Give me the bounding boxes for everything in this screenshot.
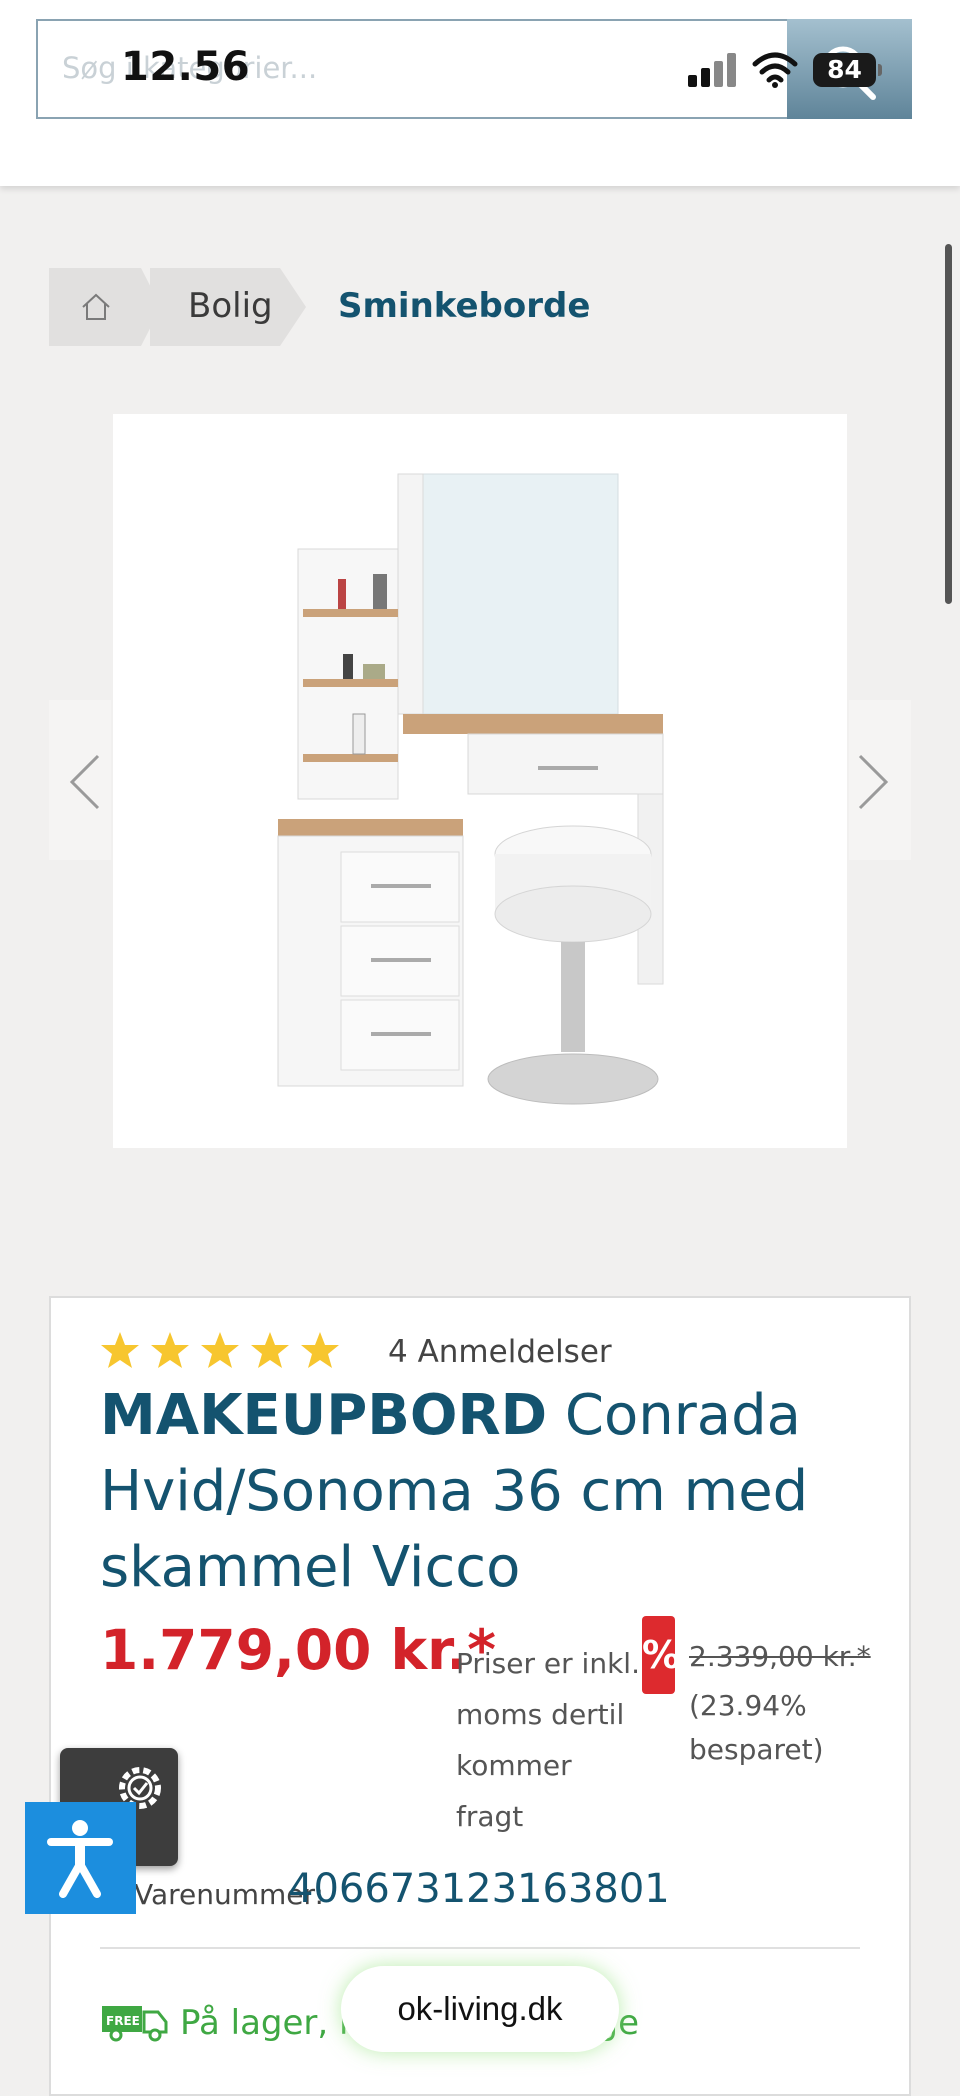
free-delivery-truck-icon: FREE	[102, 2006, 168, 2042]
browser-url-pill[interactable]: ok-living.dk	[341, 1966, 619, 2052]
cellular-signal-icon	[688, 53, 736, 87]
product-image[interactable]	[113, 414, 847, 1148]
svg-text:FREE: FREE	[106, 2014, 140, 2028]
price-note: Priser er inkl. moms dertil kommer fragt	[456, 1647, 640, 1833]
discount-badge: %	[642, 1616, 680, 1694]
product-title-brand: MAKEUPBORD	[100, 1383, 548, 1448]
divider	[100, 1947, 860, 1949]
wifi-icon	[752, 52, 798, 88]
breadcrumb-current: Sminkeborde	[338, 286, 591, 326]
breadcrumb-separator	[280, 268, 306, 346]
chevron-right-icon[interactable]	[856, 752, 890, 812]
home-icon	[82, 293, 110, 320]
breadcrumb-home[interactable]	[49, 268, 141, 346]
breadcrumb-bolig-label[interactable]: Bolig	[188, 286, 273, 326]
accessibility-icon	[47, 1820, 113, 1898]
site-header: Søg i kategorier...	[0, 0, 960, 186]
product-price: 1.779,00 kr.*	[100, 1618, 497, 1682]
product-title: MAKEUPBORD Conrada Hvid/Sonoma 36 cm med…	[100, 1378, 880, 1606]
item-number: 406673123163801	[288, 1866, 670, 1912]
old-price: 2.339,00 kr.*	[689, 1640, 871, 1673]
battery-tip	[878, 64, 882, 76]
star-icon	[301, 1332, 339, 1368]
savings-text: (23.94% besparet)	[689, 1689, 824, 1766]
chevron-left-icon[interactable]	[68, 752, 102, 812]
star-icon	[101, 1332, 139, 1368]
star-icon	[251, 1332, 289, 1368]
battery-indicator: 84	[813, 53, 876, 87]
accessibility-button[interactable]	[25, 1802, 136, 1914]
star-icon	[201, 1332, 239, 1368]
review-count-link[interactable]: 4 Anmeldelser	[388, 1334, 612, 1370]
status-time: 12.56	[121, 44, 251, 90]
vanity-table-image	[277, 473, 664, 1105]
rating-stars[interactable]	[100, 1330, 345, 1372]
star-icon	[151, 1332, 189, 1368]
scrollbar[interactable]	[945, 244, 952, 604]
